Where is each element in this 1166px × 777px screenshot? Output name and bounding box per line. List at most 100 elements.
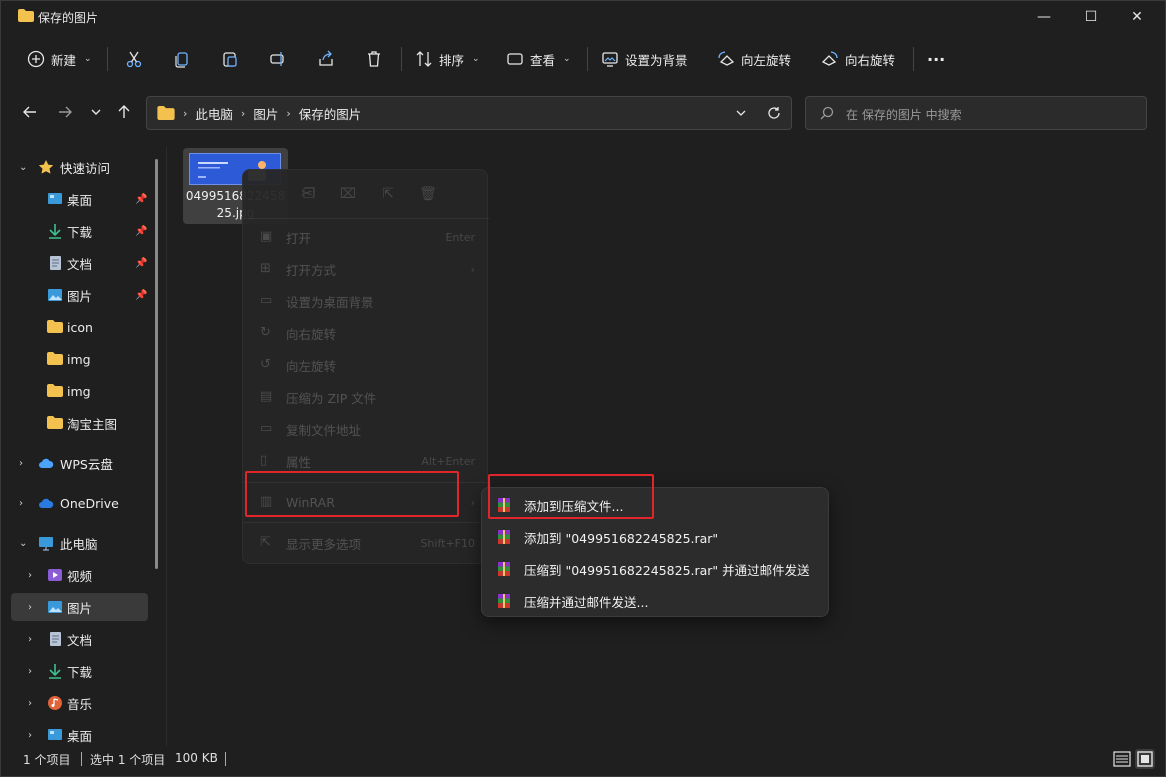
sidebar-item-img-folder-2[interactable]: img bbox=[11, 377, 148, 405]
maximize-button[interactable]: ☐ bbox=[1067, 1, 1115, 33]
sidebar-item-this-pc[interactable]: ⌄ 此电脑 bbox=[11, 529, 148, 557]
chevron-down-icon: ⌄ bbox=[19, 161, 28, 173]
ctx-label: 复制文件地址 bbox=[286, 422, 362, 438]
share-icon bbox=[319, 50, 333, 66]
chevron-right-icon: › bbox=[28, 665, 32, 677]
cut-button[interactable] bbox=[125, 37, 143, 81]
ctx-rotate-left[interactable]: ↺ 向左旋转 bbox=[243, 350, 489, 380]
sidebar-item-label: img bbox=[67, 351, 91, 367]
sidebar-item-desktop[interactable]: 桌面 📌 bbox=[11, 185, 148, 213]
chevron-down-icon: ⌄ bbox=[19, 537, 28, 549]
winrar-archive-icon bbox=[498, 530, 510, 544]
ctx-compress-zip[interactable]: ▤ 压缩为 ZIP 文件 bbox=[243, 382, 489, 412]
ctx-label: 向右旋转 bbox=[286, 326, 337, 342]
close-button[interactable]: ✕ bbox=[1113, 1, 1161, 33]
address-dropdown-chevron-icon[interactable] bbox=[735, 107, 747, 119]
ctx-label: 显示更多选项 bbox=[286, 536, 362, 552]
sidebar-item-pictures[interactable]: 图片 📌 bbox=[11, 281, 148, 309]
recent-locations-button[interactable] bbox=[82, 97, 110, 127]
sidebar-item-onedrive[interactable]: › OneDrive bbox=[11, 489, 148, 517]
status-bar: 1 个项目 选中 1 个项目 100 KB bbox=[1, 747, 1166, 777]
submenu-label: 压缩并通过邮件发送... bbox=[524, 594, 649, 610]
ctx-copy-path[interactable]: ▭ 复制文件地址 bbox=[243, 414, 489, 444]
details-view-button[interactable] bbox=[1112, 749, 1132, 769]
breadcrumb-this-pc[interactable]: 此电脑 bbox=[195, 104, 233, 123]
submenu-label: 添加到 "049951682245825.rar" bbox=[524, 530, 719, 546]
set-background-button[interactable]: 设置为背景 bbox=[601, 37, 688, 81]
ctx-set-desktop-background[interactable]: ▭ 设置为桌面背景 bbox=[243, 286, 489, 316]
ctx-open[interactable]: ▣ 打开 Enter bbox=[243, 222, 489, 252]
back-button[interactable] bbox=[16, 97, 44, 127]
sidebar-item-downloads[interactable]: 下载 📌 bbox=[11, 217, 148, 245]
sidebar-item-pc-documents[interactable]: › 文档 bbox=[11, 625, 148, 653]
sidebar-item-label: 快速访问 bbox=[60, 160, 111, 176]
folder-icon bbox=[47, 416, 63, 429]
copy-button[interactable] bbox=[173, 37, 191, 81]
sort-button[interactable]: 排序 ⌄ bbox=[415, 37, 480, 81]
ctx-label: 向左旋转 bbox=[286, 358, 337, 374]
sidebar-item-documents[interactable]: 文档 📌 bbox=[11, 249, 148, 277]
more-options-button[interactable]: ··· bbox=[927, 37, 945, 81]
breadcrumb-saved-pictures[interactable]: 保存的图片 bbox=[299, 104, 362, 123]
ctx-delete-button[interactable]: 🗑 bbox=[416, 184, 440, 204]
new-button[interactable]: 新建 ⌄ bbox=[27, 37, 92, 81]
pane-divider bbox=[166, 147, 167, 747]
search-input[interactable]: 在 保存的图片 中搜索 bbox=[805, 96, 1147, 130]
scissors-icon bbox=[126, 51, 142, 68]
set-background-label: 设置为背景 bbox=[625, 52, 688, 68]
sidebar-item-quick-access[interactable]: ⌄ 快速访问 bbox=[11, 153, 148, 181]
trash-icon bbox=[368, 51, 380, 67]
chevron-down-icon: ⌄ bbox=[472, 54, 480, 64]
view-button[interactable]: 查看 ⌄ bbox=[506, 37, 571, 81]
sidebar-item-taobao-folder[interactable]: 淘宝主图 bbox=[11, 409, 148, 437]
picture-icon bbox=[48, 289, 62, 301]
ctx-label: 属性 bbox=[286, 454, 312, 470]
sidebar-item-wps-cloud[interactable]: › WPS云盘 bbox=[11, 449, 148, 477]
delete-button[interactable] bbox=[365, 37, 383, 81]
ctx-copy-button[interactable]: ❐ bbox=[297, 184, 321, 204]
submenu-compress-rar-email[interactable]: 压缩到 "049951682245825.rar" 并通过邮件发送 bbox=[482, 553, 830, 585]
arrow-left-icon bbox=[23, 106, 36, 118]
large-icons-view-button[interactable] bbox=[1135, 749, 1155, 769]
breadcrumb-pictures[interactable]: 图片 bbox=[253, 104, 278, 123]
copy-icon bbox=[175, 52, 188, 68]
refresh-icon[interactable] bbox=[767, 106, 781, 120]
up-button[interactable] bbox=[110, 97, 138, 127]
music-icon bbox=[48, 696, 62, 710]
sidebar-item-label: img bbox=[67, 383, 91, 399]
address-bar[interactable]: › 此电脑 › 图片 › 保存的图片 bbox=[146, 96, 792, 130]
share-button[interactable] bbox=[317, 37, 335, 81]
menu-separator bbox=[243, 218, 489, 219]
sidebar-item-label: 文档 bbox=[67, 256, 93, 272]
ctx-rotate-right[interactable]: ↻ 向右旋转 bbox=[243, 318, 489, 348]
details-view-icon bbox=[1113, 751, 1131, 767]
copy-path-icon: ▭ bbox=[260, 421, 273, 436]
sidebar-item-videos[interactable]: › 视频 bbox=[11, 561, 148, 589]
computer-icon bbox=[39, 537, 53, 551]
ctx-open-with[interactable]: ⊞ 打开方式 › bbox=[243, 254, 489, 284]
sidebar-item-icon-folder[interactable]: icon bbox=[11, 313, 148, 341]
star-icon bbox=[38, 160, 54, 174]
rotate-right-label: 向右旋转 bbox=[845, 52, 896, 68]
arrow-up-icon bbox=[118, 105, 130, 118]
rename-button[interactable] bbox=[269, 37, 287, 81]
ctx-rename-button[interactable]: ⌧ bbox=[336, 184, 360, 204]
sidebar-item-img-folder[interactable]: img bbox=[11, 345, 148, 373]
ctx-share-button[interactable]: ⇱ bbox=[376, 184, 400, 204]
ctx-show-more-options[interactable]: ⇱ 显示更多选项 Shift+F10 bbox=[243, 528, 489, 558]
minimize-button[interactable]: — bbox=[1020, 1, 1068, 33]
submenu-add-to-rar[interactable]: 添加到 "049951682245825.rar" bbox=[482, 521, 830, 553]
rotate-right-button[interactable]: 向右旋转 bbox=[821, 37, 895, 81]
wps-cloud-icon bbox=[39, 458, 54, 468]
onedrive-cloud-icon bbox=[39, 498, 54, 508]
sidebar-scrollbar[interactable] bbox=[155, 159, 158, 569]
sidebar-item-pc-pictures[interactable]: › 图片 bbox=[11, 593, 148, 621]
submenu-compress-email[interactable]: 压缩并通过邮件发送... bbox=[482, 585, 830, 617]
rotate-left-button[interactable]: 向左旋转 bbox=[717, 37, 791, 81]
folder-icon bbox=[47, 352, 63, 365]
sidebar-item-pc-downloads[interactable]: › 下载 bbox=[11, 657, 148, 685]
forward-button[interactable] bbox=[51, 97, 79, 127]
sidebar-item-music[interactable]: › 音乐 bbox=[11, 689, 148, 717]
paste-button[interactable] bbox=[221, 37, 239, 81]
sidebar-item-pc-desktop[interactable]: › 桌面 bbox=[11, 721, 148, 749]
